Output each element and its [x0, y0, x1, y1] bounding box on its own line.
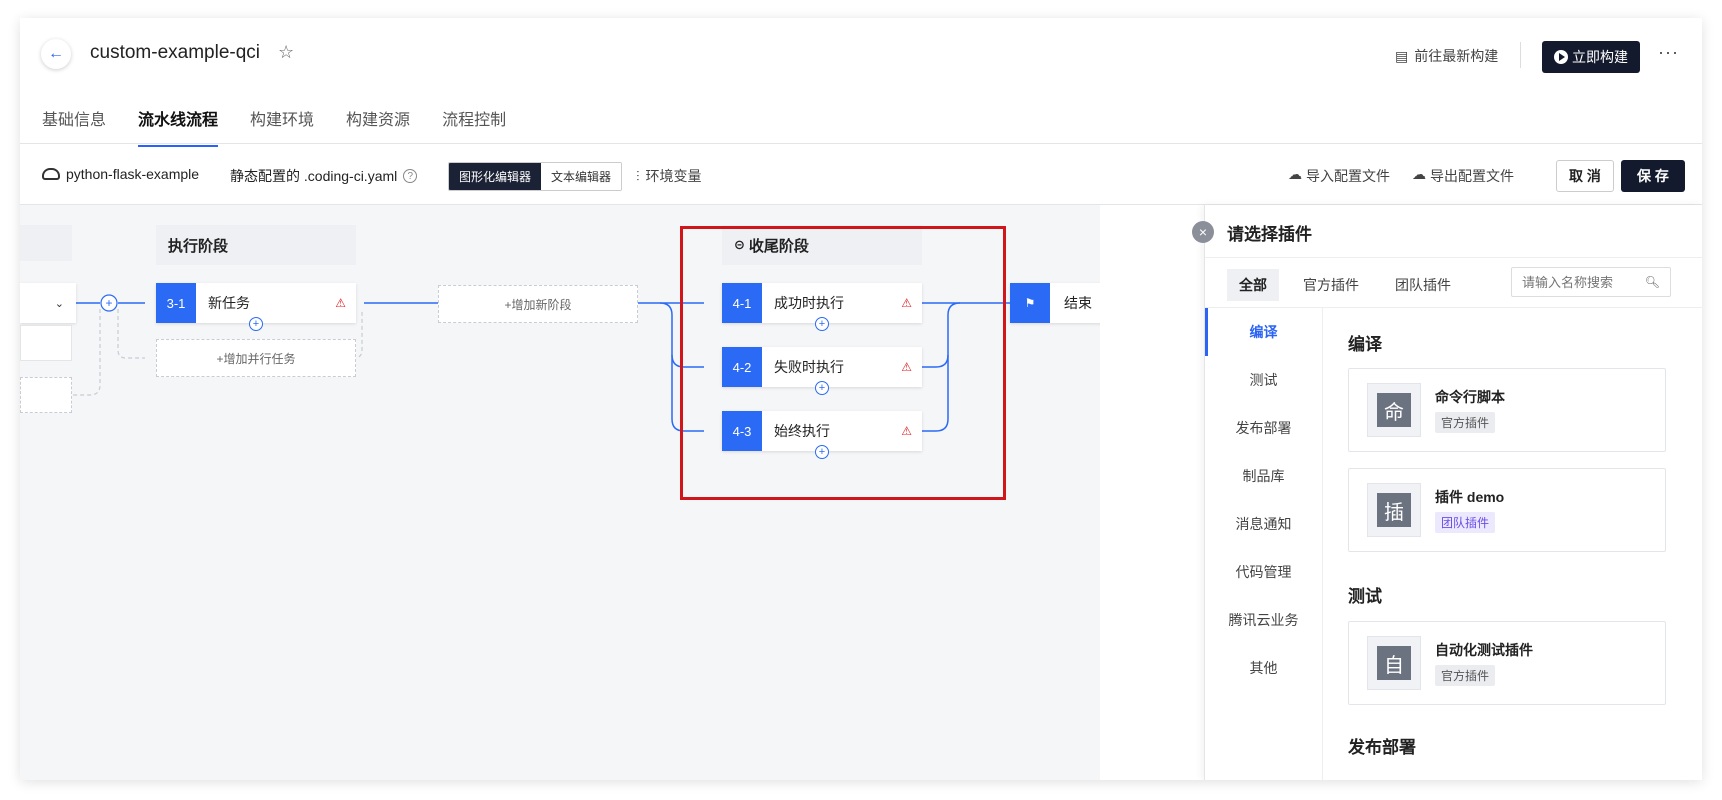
divider	[1520, 42, 1521, 68]
end-label: 结束	[1064, 295, 1092, 311]
chevron-down-icon[interactable]: ⌄	[55, 297, 64, 310]
editor-mode-toggle: 图形化编辑器 文本编辑器	[448, 162, 623, 191]
category-test[interactable]: 测试	[1205, 356, 1322, 404]
plugin-tag: 官方插件	[1435, 665, 1496, 686]
category-deploy[interactable]: 发布部署	[1205, 404, 1322, 452]
warning-icon: ⚠	[335, 296, 346, 310]
import-config-button[interactable]: ☁ 导入配置文件	[1288, 166, 1390, 186]
build-now-button[interactable]: 立即构建	[1542, 41, 1640, 73]
plugin-card[interactable]: 命 命令行脚本 官方插件	[1348, 368, 1666, 452]
repo-indicator: python-flask-example	[42, 166, 199, 182]
flag-icon: ⚑	[1010, 283, 1050, 323]
category-compile[interactable]: 编译	[1205, 308, 1322, 356]
tab-team[interactable]: 团队插件	[1383, 269, 1463, 301]
help-icon[interactable]: ?	[403, 169, 418, 183]
tab-basic-info[interactable]: 基础信息	[42, 106, 106, 142]
save-button[interactable]: 保 存	[1621, 160, 1685, 192]
stage-header-partial	[20, 225, 72, 261]
plugin-icon: 自	[1367, 636, 1421, 690]
cloud-upload-icon: ☁	[1288, 166, 1302, 182]
export-config-button[interactable]: ☁ 导出配置文件	[1412, 166, 1514, 186]
plugin-tabs: 全部 官方插件 团队插件	[1227, 269, 1463, 301]
play-icon	[1554, 50, 1568, 64]
task-partial[interactable]: ⌄	[20, 283, 76, 323]
plugin-panel: 请选择插件 全部 官方插件 团队插件 🔍︎ 编译 测试 发布部署 制品库 消息通…	[1204, 205, 1702, 780]
tab-official[interactable]: 官方插件	[1291, 269, 1371, 301]
repo-name: python-flask-example	[66, 166, 200, 182]
search-icon[interactable]: 🔍︎	[1645, 275, 1660, 289]
plugin-icon-glyph: 自	[1377, 646, 1411, 680]
static-config-label: 静态配置的 .coding-ci.yaml ?	[230, 166, 418, 186]
graphic-editor-button[interactable]: 图形化编辑器	[449, 163, 542, 190]
panel-title: 请选择插件	[1227, 225, 1312, 244]
arrow-left-icon: ←	[48, 45, 64, 62]
repo-icon	[42, 168, 60, 180]
end-node[interactable]: ⚑ 结束	[1010, 283, 1100, 323]
plugin-list: 编译 命 命令行脚本 官方插件 插 插件 demo 团队插件 测试 自 自动化测…	[1324, 308, 1688, 780]
tab-pipeline-flow[interactable]: 流水线流程	[138, 106, 219, 147]
task-number: 3-1	[156, 283, 196, 323]
build-now-label: 立即构建	[1572, 49, 1628, 65]
goto-latest-build-link[interactable]: ▤ 前往最新构建	[1395, 46, 1498, 66]
plugin-card[interactable]: 自 自动化测试插件 官方插件	[1348, 621, 1666, 705]
divider	[20, 143, 1702, 144]
plugin-icon: 命	[1367, 383, 1421, 437]
category-notification[interactable]: 消息通知	[1205, 500, 1322, 548]
stage-header-exec: 执行阶段	[156, 225, 356, 265]
section-title: 编译	[1348, 335, 1382, 354]
dashed-box-partial[interactable]	[20, 377, 72, 413]
category-code-management[interactable]: 代码管理	[1205, 548, 1322, 596]
tab-all[interactable]: 全部	[1227, 269, 1279, 301]
plugin-name: 自动化测试插件	[1435, 642, 1533, 658]
plugin-card[interactable]: 插 插件 demo 团队插件	[1348, 468, 1666, 552]
sliders-icon: ⫶	[636, 167, 640, 184]
app-window: ← custom-example-qci ☆ ▤ 前往最新构建 立即构建 ···…	[20, 18, 1702, 780]
category-artifact[interactable]: 制品库	[1205, 452, 1322, 500]
document-icon: ▤	[1395, 47, 1409, 64]
cloud-download-icon: ☁	[1412, 166, 1426, 182]
import-label: 导入配置文件	[1306, 168, 1390, 184]
section-title: 发布部署	[1348, 738, 1416, 757]
tab-flow-control[interactable]: 流程控制	[442, 106, 506, 142]
goto-latest-label: 前往最新构建	[1414, 48, 1499, 64]
search-input[interactable]	[1522, 274, 1642, 290]
add-stage-button[interactable]: +增加新阶段	[438, 285, 638, 323]
tab-build-env[interactable]: 构建环境	[250, 106, 314, 142]
plugin-tag: 团队插件	[1435, 512, 1496, 533]
plugin-name: 命令行脚本	[1435, 389, 1505, 405]
category-tencent-cloud[interactable]: 腾讯云业务	[1205, 596, 1322, 644]
plugin-tag: 官方插件	[1435, 412, 1496, 433]
back-button[interactable]: ←	[41, 39, 71, 69]
star-icon[interactable]: ☆	[278, 42, 294, 63]
svg-text:+: +	[105, 296, 112, 310]
plugin-icon: 插	[1367, 483, 1421, 537]
add-task-icon[interactable]: +	[249, 317, 263, 331]
tab-build-resources[interactable]: 构建资源	[346, 106, 410, 142]
text-editor-button[interactable]: 文本编辑器	[541, 163, 622, 190]
close-icon[interactable]: ×	[1192, 221, 1214, 243]
task-3-1[interactable]: 3-1 新任务 ⚠ +	[156, 283, 356, 331]
plugin-icon-glyph: 命	[1377, 393, 1411, 427]
add-parallel-task-button[interactable]: +增加并行任务	[156, 339, 356, 377]
page-title: custom-example-qci	[90, 42, 260, 63]
section-title: 测试	[1348, 587, 1382, 606]
plugin-icon-glyph: 插	[1377, 493, 1411, 527]
category-other[interactable]: 其他	[1205, 644, 1322, 692]
export-label: 导出配置文件	[1430, 168, 1514, 184]
main-tabs: 基础信息 流水线流程 构建环境 构建资源 流程控制	[42, 106, 538, 147]
plugin-name: 插件 demo	[1435, 489, 1505, 505]
env-vars-button[interactable]: ⫶ 环境变量	[636, 166, 702, 186]
final-stage-highlight	[680, 226, 1006, 500]
env-vars-label: 环境变量	[645, 168, 702, 184]
category-list: 编译 测试 发布部署 制品库 消息通知 代码管理 腾讯云业务 其他	[1205, 308, 1323, 780]
cancel-button[interactable]: 取 消	[1556, 160, 1614, 192]
task-label: 新任务	[208, 295, 250, 311]
static-config-text: 静态配置的 .coding-ci.yaml	[230, 168, 398, 184]
divider	[1205, 257, 1702, 258]
plugin-search: 🔍︎	[1511, 267, 1671, 297]
more-icon[interactable]: ···	[1658, 42, 1679, 63]
task-box-partial[interactable]	[20, 325, 72, 361]
